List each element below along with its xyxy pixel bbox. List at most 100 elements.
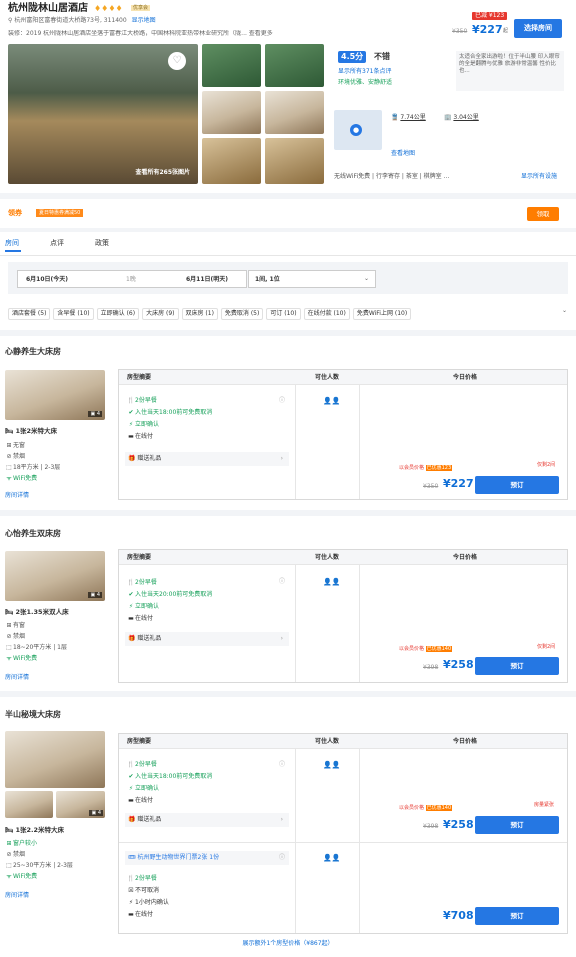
rate-table: 房型摘要 可住人数 今日价格 🍴2份早餐 ✔入住当天20:00前可免费取消 ⚡ 立… [118,549,568,683]
hotel-intro: 装修：2019 杭州陇林山居酒店坐落于富春江大桥路，中国林科院亚热带林业研究所（… [8,30,273,37]
show-map-link[interactable]: 显示地图 [132,17,156,24]
cutlery-icon: 🍴 [127,875,135,882]
tab-rooms[interactable]: 房间 [5,239,19,248]
col-occupancy: 可住人数 [315,554,340,561]
size-info: ⬚18~20平方米 | 1层 [6,644,67,651]
wifi-icon: ᯤ [6,873,12,880]
checkin-date: 6月10日(今天) [26,276,69,283]
room-photo[interactable]: ▣ 4 [5,551,105,601]
thumbnail-photo[interactable] [202,138,261,184]
size-icon: ⬚ [6,862,12,869]
room-price: ¥708 [443,909,474,922]
view-all-photos[interactable]: 查看所有265张图片 [135,169,190,177]
meal-info: 🍴2份早餐 [127,873,169,885]
room-photo[interactable] [5,731,105,788]
hotel-name: 杭州陇林山居酒店 [8,3,88,14]
cancel-policy: ✔入住当天18:00前可免费取消 [127,407,212,419]
chevron-right-icon: › [280,635,283,642]
payment-info: ▬在线付 [127,613,212,625]
gift-row[interactable]: 🎁 赠送礼品 › [125,452,289,466]
choose-room-button[interactable]: 选择房间 [514,19,562,38]
favorite-heart-icon[interactable]: ♡ [168,52,186,70]
room-photo[interactable]: ▣ 4 [5,370,105,420]
claim-coupon-button[interactable]: 领取 [527,207,559,221]
guest-selector[interactable]: 1间, 1位 ⌄ [248,270,376,288]
all-reviews-link[interactable]: 显示所有371条点评 [338,68,391,76]
twin-bed-icon: 🛏 [5,608,16,616]
payment-info: ▬在线付 [127,431,212,443]
view-map-link[interactable]: 查看地图 [391,150,415,158]
discount-badge: 已减 ¥123 [472,12,508,20]
filter-chip[interactable]: 免费WiFi上网 (10) [352,308,412,320]
wifi-icon: ᯤ [6,475,12,482]
coupon-tag: 夏日特惠券满减50 [36,209,84,218]
gift-row[interactable]: 🎁 赠送礼品 › [125,813,289,827]
mini-map[interactable]: ● [334,110,382,150]
bed-info: 🛏 1张2.2米特大床 [5,826,65,834]
wifi-info: ᯤWiFi免费 [6,655,38,662]
promo-text: 房量紧张 [534,802,555,808]
main-hotel-photo[interactable]: ♡ 查看所有265张图片 [8,44,198,184]
filter-chip[interactable]: 在线付款 (10) [303,308,350,320]
show-more-rooms-link[interactable]: 展示额外1个房型价格（¥867起） [0,940,576,948]
filter-chip[interactable]: 大床房 (9) [142,308,179,320]
filter-expand-icon[interactable]: ⌄ [562,307,567,315]
filter-chip[interactable]: 酒店套餐 (5) [8,308,51,320]
all-facilities-link[interactable]: 显示所有设施 [521,173,557,181]
filter-chip[interactable]: 双床房 (1) [181,308,218,320]
confirm-info: ⚡ 立即确认 [127,419,212,431]
book-button[interactable]: 预订 [475,657,559,675]
rating-label: 不错 [374,52,390,61]
book-button[interactable]: 预订 [475,816,559,834]
check-circle-icon: ✔ [128,591,134,598]
room-details-link[interactable]: 房间详情 [5,892,29,900]
cutlery-icon: 🍴 [127,761,135,768]
gift-row[interactable]: 🎁 赠送礼品 › [125,632,289,646]
room-details-link[interactable]: 房间详情 [5,492,29,500]
info-icon[interactable]: ⓘ [279,854,285,862]
room-price: ¥258 [443,818,474,831]
size-icon: ⬚ [6,644,12,651]
info-icon[interactable]: ⓘ [279,761,285,769]
tab-policies[interactable]: 政策 [95,239,109,248]
tab-reviews[interactable]: 点评 [50,239,64,248]
filter-chip[interactable]: 立即确认 (6) [96,308,140,320]
info-icon[interactable]: ⓘ [279,578,285,586]
promo-text: 仅剩2间 [537,462,556,468]
room-details-link[interactable]: 房间详情 [5,674,29,682]
distance-1: 🚆 7.74公里 [391,114,426,121]
gift-icon: 🎁 [128,455,138,462]
ticket-icon: 🎟 [128,854,138,861]
card-icon: ▬ [128,911,134,918]
coupon-label: 领券 [8,209,22,217]
col-occupancy: 可住人数 [315,738,340,745]
thumbnail-photo[interactable] [265,138,324,184]
filter-chip[interactable]: 可订 (10) [266,308,301,320]
smoking-info: ⊘禁烟 [6,453,26,460]
gift-icon: 🎁 [128,635,138,642]
occupancy-icon: 👤👤 [323,761,341,769]
thumbnail-photo[interactable] [202,91,261,134]
price-tags: 以会员价格 已优惠123 [399,465,453,471]
meal-info: 🍴2份早餐 [127,577,212,589]
window-info: ⊞无窗 [6,442,26,449]
room-thumb[interactable] [5,791,53,818]
thumbnail-photo[interactable] [202,44,261,87]
no-cancel-icon: ☒ [128,887,134,894]
smoking-info: ⊘禁烟 [6,851,26,858]
col-summary: 房型摘要 [127,554,152,561]
thumbnail-photo[interactable] [265,91,324,134]
bed-info: 🛏 2张1.35米双人床 [5,608,69,616]
room-thumb[interactable]: ▣ 4 [56,791,105,818]
package-row[interactable]: 🎟 杭州野生动物世界门票2张 1份 [125,851,289,865]
book-button[interactable]: 预订 [475,907,559,925]
thumbnail-photo[interactable] [265,44,324,87]
filter-chip[interactable]: 免费取消 (5) [220,308,264,320]
price-tags: 以会员价格 已优惠140 [399,646,453,652]
gift-icon: 🎁 [128,816,138,823]
date-picker[interactable]: 6月10日(今天) 1晚 6月11日(明天) [17,270,247,288]
info-icon[interactable]: ⓘ [279,397,285,405]
book-button[interactable]: 预订 [475,476,559,494]
rate-table: 房型摘要 可住人数 今日价格 🍴2份早餐 ✔入住当天18:00前可免费取消 ⚡ 立… [118,733,568,934]
filter-chip[interactable]: 含早餐 (10) [53,308,94,320]
